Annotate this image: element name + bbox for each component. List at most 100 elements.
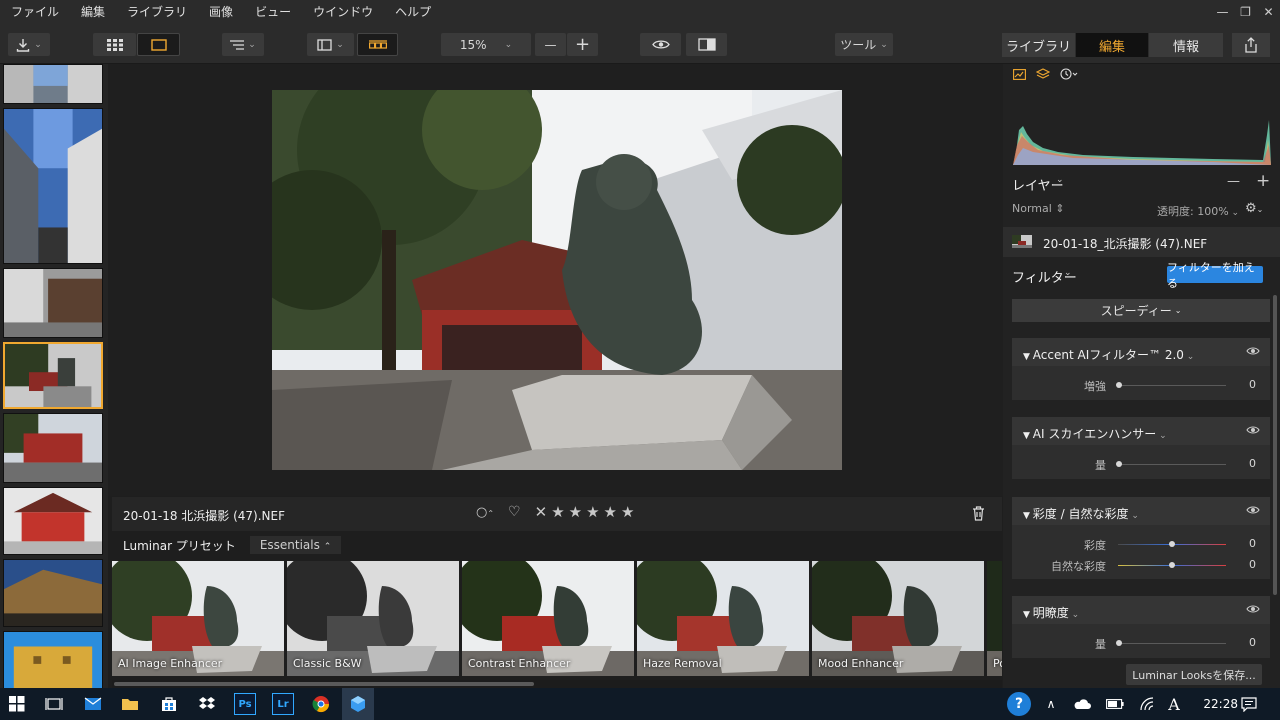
slider-vibrance[interactable]: 自然な彩度 0 [1012, 556, 1270, 574]
add-filter-button[interactable]: フィルターを加える [1167, 261, 1263, 290]
remove-layer-button[interactable]: — [1227, 174, 1240, 189]
presets-scrollbar[interactable] [112, 680, 1002, 688]
thumbnail-3[interactable] [3, 268, 103, 338]
eye-icon[interactable] [1246, 425, 1260, 435]
star-4-icon[interactable]: ★ [604, 503, 617, 521]
sidebar-toggle-button[interactable]: ⌄ [307, 33, 354, 56]
slider-clarity-amount[interactable]: 量 0 [1012, 634, 1270, 652]
slider-boost[interactable]: 増強 0 [1012, 376, 1270, 394]
single-view-button[interactable] [137, 33, 180, 56]
thumbnail-4-selected[interactable] [3, 342, 103, 409]
lightroom-icon[interactable]: Lr [272, 693, 294, 715]
add-layer-button[interactable]: + [1256, 171, 1270, 191]
ime-input-icon[interactable]: A [1163, 693, 1185, 715]
tab-edit[interactable]: 編集 [1076, 33, 1148, 57]
wifi-icon[interactable] [1136, 693, 1158, 715]
thumbnail-7[interactable] [3, 559, 103, 627]
preset-classic-bw[interactable]: Classic B&W [287, 561, 459, 676]
mail-icon[interactable] [82, 693, 104, 715]
task-view-icon[interactable] [43, 693, 65, 715]
image-canvas[interactable] [108, 64, 1003, 496]
layers-icon[interactable] [1036, 68, 1050, 80]
slider-knob[interactable] [1116, 640, 1122, 646]
thumbnail-8[interactable] [3, 631, 103, 688]
filter-header[interactable]: ▼ Accent AIフィルター™ 2.0 ⌄ [1012, 338, 1270, 366]
menu-image[interactable]: 画像 [198, 0, 244, 24]
thumbnail-6[interactable] [3, 487, 103, 555]
scrollbar-thumb[interactable] [114, 682, 534, 686]
preset-ai-image-enhancer[interactable]: AI Image Enhancer [112, 561, 284, 676]
zoom-select[interactable]: 15% ⌄ [441, 33, 531, 56]
thumbnail-2[interactable] [3, 108, 103, 264]
preset-mood-enhancer[interactable]: Mood Enhancer [812, 561, 984, 676]
thumbnail-1[interactable] [3, 64, 103, 104]
filter-header[interactable]: ▼ 明瞭度 ⌄ [1012, 596, 1270, 624]
close-button[interactable]: ✕ [1257, 0, 1280, 24]
onedrive-cloud-icon[interactable] [1071, 693, 1093, 715]
gear-icon[interactable]: ⚙⌄ [1245, 201, 1263, 216]
histogram-icon[interactable] [1013, 68, 1026, 80]
chevron-up-icon[interactable]: ∧ [1040, 693, 1062, 715]
slider-knob[interactable] [1116, 461, 1122, 467]
blend-mode-select[interactable]: Normal ⇕ [1012, 202, 1065, 215]
menu-window[interactable]: ウインドウ [302, 0, 384, 24]
slider-saturation[interactable]: 彩度 0 [1012, 535, 1270, 553]
dropbox-icon[interactable] [196, 693, 218, 715]
slider-track[interactable] [1118, 464, 1226, 465]
tools-menu[interactable]: ツール ⌄ [835, 33, 893, 56]
slider-track[interactable] [1118, 643, 1226, 644]
battery-icon[interactable] [1104, 693, 1126, 715]
thumbnail-5[interactable] [3, 413, 103, 483]
taskbar-clock[interactable]: 22:28 [1203, 697, 1238, 711]
presets-category-select[interactable]: Essentials ⌃ [249, 536, 342, 554]
store-icon[interactable] [158, 693, 180, 715]
slider-amount[interactable]: 量 0 [1012, 455, 1270, 473]
layer-item[interactable]: 20-01-18_北浜撮影 (47).NEF [1003, 227, 1280, 257]
zoom-out-button[interactable]: — [535, 33, 566, 56]
windows-start-icon[interactable] [6, 693, 28, 715]
star-3-icon[interactable]: ★ [586, 503, 599, 521]
slider-knob[interactable] [1116, 382, 1122, 388]
history-clock-icon[interactable] [1060, 68, 1078, 80]
menu-edit[interactable]: 編集 [70, 0, 116, 24]
file-explorer-icon[interactable] [119, 693, 141, 715]
restore-button[interactable]: ❐ [1234, 0, 1257, 24]
save-looks-button[interactable]: Luminar Looksを保存... [1126, 664, 1262, 685]
star-2-icon[interactable]: ★ [569, 503, 582, 521]
star-1-icon[interactable]: ★ [551, 503, 564, 521]
grid-view-button[interactable] [93, 33, 136, 56]
minimize-button[interactable]: — [1211, 0, 1234, 24]
filmstrip-toggle-button[interactable] [357, 33, 398, 56]
menu-file[interactable]: ファイル [0, 0, 70, 24]
reject-icon[interactable]: ✕ [535, 503, 548, 521]
filters-scrollbar[interactable] [1273, 295, 1277, 595]
slider-track[interactable] [1118, 385, 1226, 386]
eye-icon[interactable] [1246, 505, 1260, 515]
menu-help[interactable]: ヘルプ [384, 0, 442, 24]
preset-haze-removal[interactable]: Haze Removal [637, 561, 809, 676]
sort-button[interactable]: ⌄ [222, 33, 264, 56]
import-button[interactable]: ⌄ [8, 33, 50, 56]
preset-partial[interactable]: Po [987, 561, 1002, 676]
workspace-select[interactable]: スピーディー ⌄ [1012, 299, 1270, 322]
slider-knob[interactable] [1169, 562, 1175, 568]
share-button[interactable] [1232, 33, 1270, 57]
opacity-select[interactable]: 透明度: 100% ⌄ [1157, 203, 1239, 219]
eye-icon[interactable] [1246, 346, 1260, 356]
star-5-icon[interactable]: ★ [621, 503, 634, 521]
compare-button[interactable] [686, 33, 727, 56]
trash-icon[interactable] [972, 506, 985, 521]
zoom-in-button[interactable]: + [567, 33, 598, 56]
slider-knob[interactable] [1169, 541, 1175, 547]
help-icon[interactable]: ? [1007, 692, 1031, 716]
notification-icon[interactable] [1238, 693, 1260, 715]
menu-library[interactable]: ライブラリ [116, 0, 198, 24]
filter-header[interactable]: ▼ 彩度 / 自然な彩度 ⌄ [1012, 497, 1270, 525]
menu-view[interactable]: ビュー [244, 0, 302, 24]
eye-icon[interactable] [1246, 604, 1260, 614]
preset-contrast-enhancer[interactable]: Contrast Enhancer [462, 561, 634, 676]
main-photo[interactable] [272, 90, 842, 470]
tab-info[interactable]: 情報 [1149, 33, 1223, 57]
filter-header[interactable]: ▼ AI スカイエンハンサー ⌄ [1012, 417, 1270, 445]
luminar-app-icon[interactable] [342, 688, 374, 720]
